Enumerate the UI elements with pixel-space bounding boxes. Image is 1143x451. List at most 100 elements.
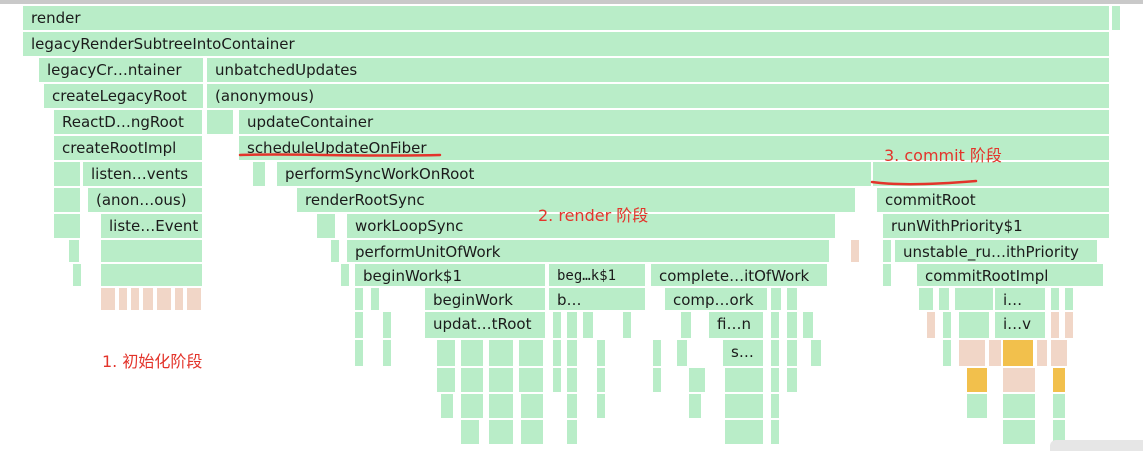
frame-small[interactable] — [958, 339, 986, 367]
frame-small[interactable] — [566, 311, 578, 339]
frame-small[interactable] — [488, 367, 514, 393]
frame-small[interactable] — [596, 393, 606, 419]
frame-anon-ous[interactable]: (anon…ous) — [87, 187, 203, 213]
frame-small[interactable] — [988, 339, 1002, 367]
frame-small[interactable] — [488, 419, 514, 445]
frame-small[interactable] — [340, 263, 350, 287]
frame-small[interactable] — [938, 287, 950, 311]
frame-listen-events[interactable]: listen…vents — [82, 161, 203, 187]
frame-small[interactable] — [786, 311, 798, 339]
frame-small[interactable] — [520, 393, 544, 419]
frame-small[interactable] — [926, 311, 936, 339]
frame-listen-event[interactable]: liste…Event — [100, 213, 203, 239]
frame-small[interactable] — [582, 311, 594, 339]
frame-small[interactable] — [882, 263, 892, 287]
frame-small[interactable] — [440, 393, 454, 419]
frame-small[interactable] — [520, 419, 544, 445]
frame-small[interactable] — [552, 311, 562, 339]
frame-small[interactable] — [382, 339, 392, 367]
frame-s[interactable]: s… — [722, 339, 764, 367]
frame-small[interactable] — [1064, 311, 1074, 339]
frame-perform-unit-of-work[interactable]: performUnitOfWork — [346, 239, 830, 263]
frame-render[interactable]: render — [22, 5, 1110, 31]
frame-small[interactable] — [566, 419, 578, 445]
frame-comp-ork[interactable]: comp…ork — [664, 287, 768, 311]
frame-small[interactable] — [688, 367, 706, 393]
frame-small[interactable] — [354, 287, 364, 311]
frame-small[interactable] — [724, 393, 764, 419]
frame-small[interactable] — [100, 239, 203, 263]
frame-react-dom-root[interactable]: ReactD…ngRoot — [53, 109, 203, 135]
frame-small[interactable] — [770, 287, 782, 311]
frame-small[interactable] — [1052, 393, 1066, 419]
frame-beg-k1[interactable]: beg…k$1 — [548, 263, 646, 287]
frame-small[interactable] — [1002, 393, 1036, 419]
frame-small[interactable] — [676, 339, 688, 367]
frame-small[interactable] — [566, 339, 578, 367]
frame-small[interactable] — [53, 187, 81, 213]
frame-small[interactable] — [174, 287, 184, 311]
frame-small[interactable] — [942, 339, 952, 367]
frame-small[interactable] — [330, 239, 340, 263]
frame-small[interactable] — [1002, 367, 1036, 393]
frame-run-with-priority[interactable]: runWithPriority$1 — [882, 213, 1110, 239]
frame-small[interactable] — [724, 367, 764, 393]
frame-begin-work-1[interactable]: beginWork$1 — [354, 263, 546, 287]
frame-small[interactable] — [622, 311, 632, 339]
frame-small[interactable] — [1050, 339, 1068, 367]
frame-small[interactable] — [850, 239, 860, 263]
frame-small[interactable] — [460, 339, 484, 367]
frame-update-container[interactable]: updateContainer — [238, 109, 1110, 135]
frame-small[interactable] — [596, 339, 606, 367]
frame-hot[interactable] — [966, 367, 988, 393]
frame-unstable-run[interactable]: unstable_ru…ithPriority — [894, 239, 1098, 263]
frame-small[interactable] — [786, 339, 798, 367]
frame-small[interactable] — [786, 367, 798, 393]
frame-small[interactable] — [810, 339, 822, 367]
frame-b[interactable]: b… — [548, 287, 646, 311]
frame-hot[interactable] — [1002, 339, 1034, 367]
frame-small[interactable] — [1002, 419, 1036, 445]
frame-begin-work[interactable]: beginWork — [424, 287, 546, 311]
frame-small[interactable] — [354, 339, 364, 367]
frame-small[interactable] — [770, 367, 780, 393]
frame-small[interactable] — [786, 287, 798, 311]
frame-small[interactable] — [156, 287, 172, 311]
frame-legacy-render-subtree[interactable]: legacyRenderSubtreeIntoContainer — [22, 31, 1110, 57]
frame-small[interactable] — [882, 239, 892, 263]
frame-small[interactable] — [770, 311, 780, 339]
frame-small[interactable] — [186, 287, 202, 311]
frame-small[interactable] — [460, 419, 480, 445]
frame-small[interactable] — [100, 263, 203, 287]
frame-small[interactable] — [770, 339, 780, 367]
frame-small[interactable] — [770, 419, 780, 445]
frame-small[interactable] — [1050, 311, 1060, 339]
frame-create-root-impl[interactable]: createRootImpl — [53, 135, 203, 161]
scrollbar-thumb[interactable] — [1050, 440, 1143, 451]
frame-perform-sync-work[interactable]: performSyncWorkOnRoot — [276, 161, 872, 187]
frame-small[interactable] — [252, 161, 266, 187]
frame-small[interactable] — [1036, 339, 1048, 367]
frame-small[interactable] — [518, 339, 544, 367]
frame-small[interactable] — [382, 311, 392, 339]
frame-create-legacy-root[interactable]: createLegacyRoot — [43, 83, 204, 109]
frame-anonymous[interactable]: (anonymous) — [206, 83, 1110, 109]
frame-small[interactable] — [724, 419, 764, 445]
frame-small[interactable] — [652, 367, 662, 393]
frame-small[interactable] — [436, 367, 456, 393]
frame-i-v[interactable]: i…v — [994, 311, 1046, 339]
frame-small[interactable] — [958, 311, 990, 339]
frame-small[interactable] — [942, 311, 952, 339]
frame-small[interactable] — [460, 367, 484, 393]
frame-fi-n[interactable]: fi…n — [708, 311, 764, 339]
frame-small[interactable] — [72, 263, 82, 287]
frame-small[interactable] — [918, 287, 934, 311]
frame-small[interactable] — [770, 393, 780, 419]
frame-small[interactable] — [316, 213, 336, 239]
frame-update-root[interactable]: updat…tRoot — [424, 311, 546, 339]
frame-small[interactable] — [370, 287, 380, 311]
frame-unbatched-updates[interactable]: unbatchedUpdates — [206, 57, 1110, 83]
frame-small[interactable] — [954, 287, 994, 311]
frame-small[interactable] — [652, 339, 662, 367]
frame-small[interactable] — [53, 161, 81, 187]
